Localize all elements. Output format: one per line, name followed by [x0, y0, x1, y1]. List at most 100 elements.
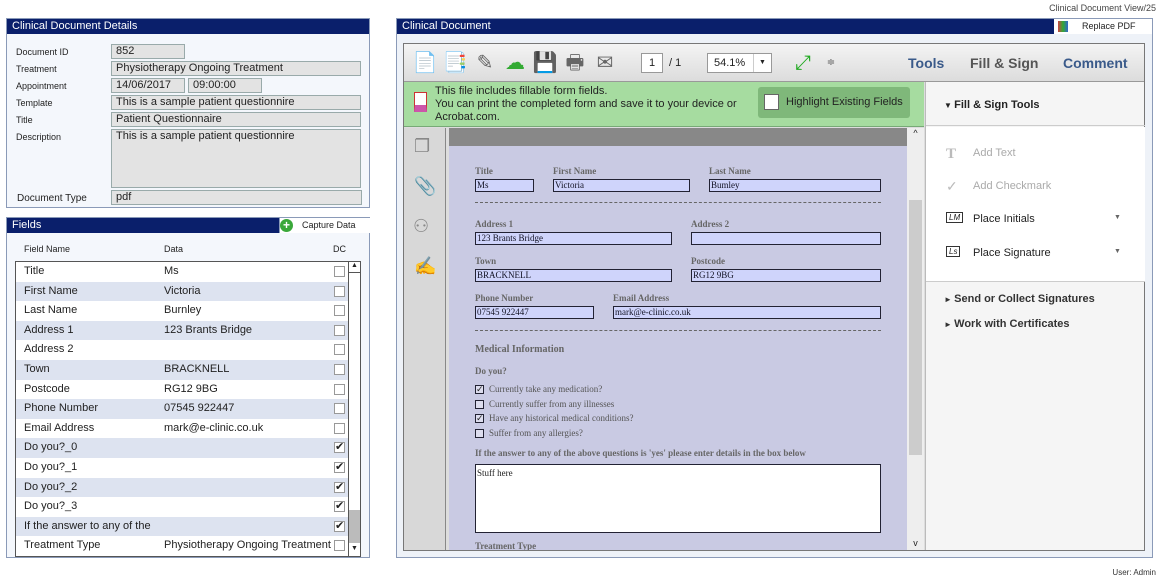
field-name: Do you?_1 [24, 461, 78, 473]
pdf-last-name-field[interactable]: Bumley [709, 179, 881, 192]
pdf-address1-field[interactable]: 123 Brants Bridge [475, 232, 672, 245]
table-row[interactable]: Do you?_3 ✔ [16, 497, 348, 517]
field-data: Burnley [164, 304, 202, 317]
tools-tab[interactable]: Tools [908, 55, 944, 71]
place-initials-button[interactable]: Place Initials [973, 213, 1035, 225]
dc-checkbox[interactable] [334, 285, 345, 297]
scroll-up-arrow[interactable]: ▲ [349, 262, 360, 273]
table-row[interactable]: Email Address mark@e-clinic.co.uk [16, 418, 348, 439]
dc-checkbox[interactable] [334, 364, 345, 375]
title-field[interactable]: Patient Questionnaire [111, 112, 361, 127]
work-with-certificates-item[interactable]: ► Work with Certificates [944, 318, 1069, 330]
save-icon[interactable]: 💾 [532, 50, 558, 76]
scroll-up-arrow[interactable]: ^ [907, 128, 924, 138]
scroll-down-arrow[interactable]: ▼ [349, 545, 360, 556]
dc-checkbox[interactable]: ✔ [334, 442, 345, 454]
table-row[interactable]: Treatment Type Physiotherapy Ongoing Trea… [16, 536, 348, 556]
pdf-checkbox[interactable]: ✓ [475, 385, 484, 394]
dc-checkbox[interactable]: ✔ [334, 520, 345, 532]
table-row[interactable]: Phone Number 07545 922447 [16, 399, 348, 419]
edit-icon[interactable]: ✎ [472, 50, 498, 76]
page-scrollbar[interactable]: ^ v [907, 128, 924, 550]
panel-title: Clinical Document Details [7, 19, 369, 34]
send-collect-signatures-item[interactable]: ► Send or Collect Signatures [944, 293, 1095, 305]
dc-checkbox[interactable]: ✔ [334, 462, 345, 473]
table-row[interactable]: Title Ms [16, 262, 348, 282]
fullscreen-icon[interactable]: ⤢ [790, 50, 816, 76]
place-signature-button[interactable]: Place Signature [973, 247, 1051, 259]
pdf-checkbox[interactable] [475, 399, 484, 409]
create-pdf-icon[interactable]: 📄 [412, 50, 438, 76]
chevron-down-icon[interactable]: ▼ [1114, 248, 1121, 255]
treatment-field[interactable]: Physiotherapy Ongoing Treatment [111, 61, 361, 76]
document-page: Title First Name Last Name Ms Victoria B… [449, 128, 907, 550]
chevron-down-icon[interactable]: ▼ [1114, 214, 1121, 221]
table-row[interactable]: Last Name Burnley [16, 301, 348, 321]
dc-checkbox[interactable]: ✔ [334, 501, 345, 513]
pdf-checkbox-label: Currently suffer from any illnesses [489, 398, 615, 409]
table-row[interactable]: First Name Victoria [16, 281, 348, 302]
dc-checkbox[interactable] [334, 383, 345, 395]
pdf-email-field[interactable]: mark@e-clinic.co.uk [613, 306, 881, 319]
export-pdf-icon[interactable]: 📑 [442, 50, 468, 76]
scroll-thumb[interactable] [349, 510, 360, 543]
scroll-thumb[interactable] [909, 200, 922, 455]
attachment-icon[interactable]: 📎 [414, 176, 436, 197]
doctype-field[interactable]: pdf [111, 190, 362, 205]
fill-sign-tools-header[interactable]: ▼ Fill & Sign Tools [926, 82, 1145, 126]
pdf-checkbox[interactable]: ✓ [475, 414, 484, 423]
zoom-select[interactable]: 54.1% ▼ [707, 53, 772, 73]
panel-title: Clinical Document [397, 19, 1152, 34]
dc-checkbox[interactable] [334, 403, 345, 415]
pdf-first-name-field[interactable]: Victoria [553, 179, 690, 192]
binoculars-icon[interactable]: ⚇ [413, 216, 429, 237]
form-icon [414, 92, 427, 112]
appointment-time-field[interactable]: 09:00:00 [188, 78, 262, 93]
pdf-address1-label: Address 1 [475, 219, 514, 229]
comment-tab[interactable]: Comment [1063, 55, 1128, 71]
replace-pdf-button[interactable]: Replace PDF [1054, 19, 1152, 34]
pdf-town-field[interactable]: BRACKNELL [475, 269, 672, 282]
dc-checkbox[interactable] [334, 305, 345, 317]
table-row[interactable]: Town BRACKNELL [16, 360, 348, 380]
scroll-down-arrow[interactable]: v [907, 538, 924, 548]
description-field[interactable]: This is a sample patient questionnire [111, 129, 361, 188]
table-row[interactable]: Do you?_1 ✔ [16, 458, 348, 478]
document-id-field[interactable]: 852 [111, 44, 185, 59]
dc-checkbox[interactable] [334, 324, 345, 336]
dc-checkbox[interactable] [334, 266, 345, 277]
page-number-input[interactable]: 1 [641, 53, 663, 73]
table-row[interactable]: Postcode RG12 9BG [16, 379, 348, 400]
print-icon[interactable]: 🖶 [562, 50, 588, 76]
highlight-fields-button[interactable]: Highlight Existing Fields [758, 87, 910, 118]
pdf-title-field[interactable]: Ms [475, 179, 534, 192]
scrollbar[interactable]: ▲ ▼ [348, 262, 360, 556]
field-name: Treatment Type [24, 539, 101, 552]
table-row[interactable]: Do you?_2 ✔ [16, 477, 348, 498]
upload-cloud-icon[interactable]: ☁ [502, 50, 528, 76]
dc-checkbox[interactable]: ✔ [334, 481, 345, 493]
dc-checkbox[interactable] [334, 344, 345, 356]
table-row[interactable]: Do you?_0 ✔ [16, 438, 348, 458]
more-options-icon[interactable]: ≑ [818, 50, 844, 76]
fill-sign-tab[interactable]: Fill & Sign [970, 55, 1038, 71]
table-row[interactable]: Address 1 123 Brants Bridge [16, 320, 348, 341]
fill-sign-tools-label: ▼ Fill & Sign Tools [944, 99, 1040, 111]
signature-icon[interactable]: ✍ [414, 256, 436, 277]
email-icon[interactable]: ✉ [592, 50, 618, 76]
pdf-phone-field[interactable]: 07545 922447 [475, 306, 594, 319]
dc-checkbox[interactable] [334, 540, 345, 552]
table-row[interactable]: Address 2 [16, 340, 348, 360]
appointment-date-field[interactable]: 14/06/2017 [111, 78, 185, 93]
pages-icon[interactable]: ❐ [414, 136, 430, 157]
add-text-button[interactable]: Add Text [973, 147, 1016, 159]
add-checkmark-button[interactable]: Add Checkmark [973, 180, 1051, 192]
pdf-checkbox[interactable] [475, 428, 484, 438]
template-field[interactable]: This is a sample patient questionnire [111, 95, 361, 110]
table-row[interactable]: If the answer to any of the ✔ [16, 516, 348, 537]
dc-checkbox[interactable] [334, 422, 345, 434]
capture-data-button[interactable]: + Capture Data [279, 218, 370, 233]
pdf-postcode-field[interactable]: RG12 9BG [691, 269, 881, 282]
pdf-address2-field[interactable] [691, 232, 881, 245]
pdf-details-textarea[interactable]: Stuff here [475, 464, 881, 533]
